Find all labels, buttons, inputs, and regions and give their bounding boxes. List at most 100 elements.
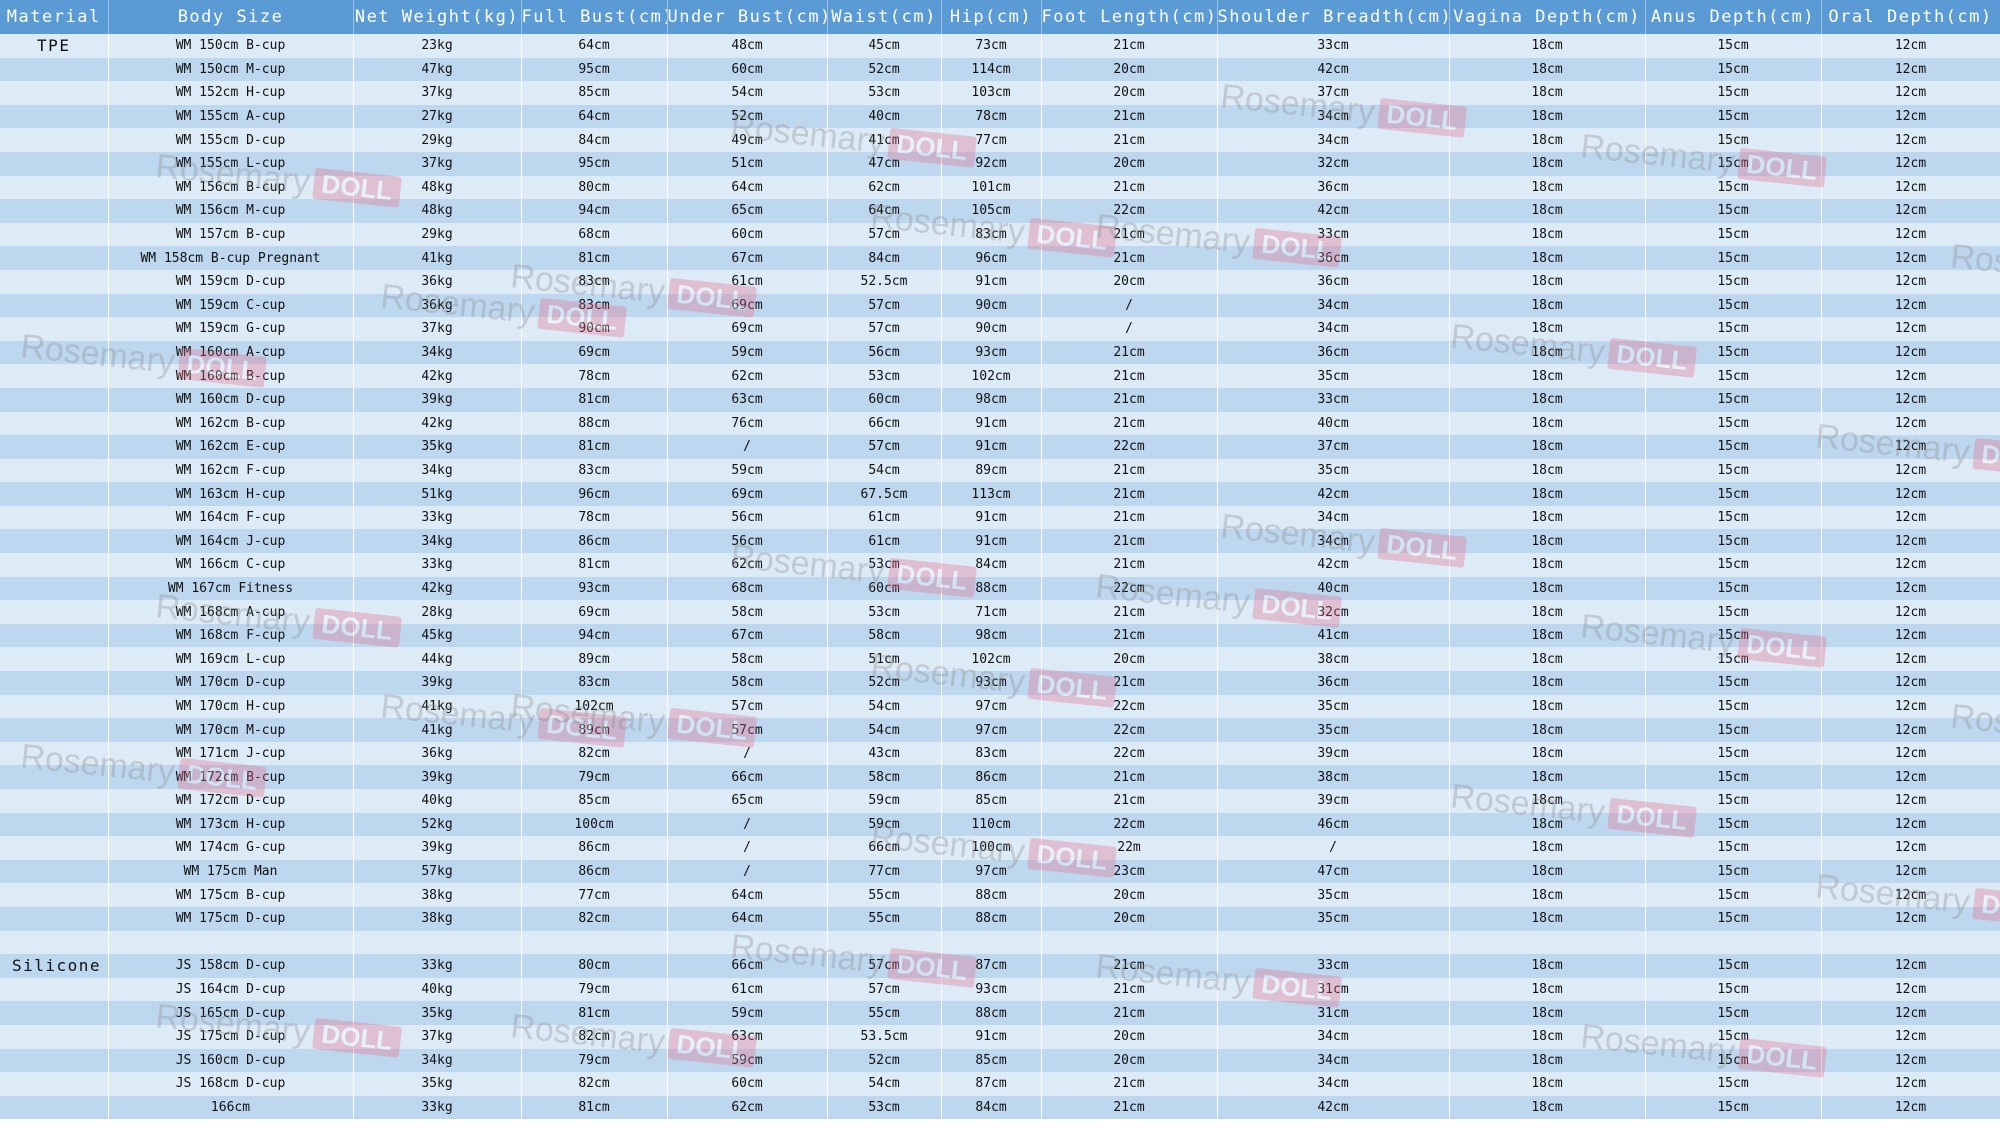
cell-material — [0, 505, 109, 530]
header-full-bust: Full Bust(cm) — [521, 0, 668, 34]
cell-net-weight: 42kg — [353, 576, 522, 601]
cell-anus-depth: 15cm — [1645, 364, 1822, 388]
table-row: WM 169cm L-cup 44kg 89cm 58cm 51cm 102cm 20cm 3… — [0, 647, 2000, 672]
cell-hip: 85cm — [941, 1048, 1042, 1073]
cell-anus-depth: 15cm — [1645, 765, 1822, 789]
table-row: WM 172cm D-cup 40kg 85cm 65cm 59cm 85cm 21cm 39… — [0, 789, 2000, 813]
cell-body-size: WM 152cm H-cup — [108, 81, 354, 105]
cell-under-bust: / — [667, 836, 828, 860]
cell-foot-length: 21cm — [1041, 364, 1218, 388]
cell-net-weight: 48kg — [353, 175, 522, 200]
table-row: WM 170cm M-cup 41kg 89cm 57cm 54cm 97cm 22cm 35… — [0, 718, 2000, 742]
cell-full-bust: 81cm — [521, 1001, 668, 1025]
cell-foot-length: 21cm — [1041, 765, 1218, 789]
size-chart-table: Material Body Size Net Weight(kg) Full B… — [0, 0, 2000, 1120]
cell-body-size: WM 155cm L-cup — [108, 151, 354, 176]
cell-anus-depth: 15cm — [1645, 34, 1822, 58]
table-row: WM 175cm Man 57kg 86cm/77cm 97cm 23cm 47cm 18c… — [0, 859, 2000, 884]
cell-material — [0, 647, 109, 672]
cell-hip: 93cm — [941, 977, 1042, 1002]
cell-oral-depth: 12cm — [1821, 1001, 2000, 1025]
cell-body-size: WM 175cm Man — [108, 859, 354, 884]
cell-waist: 55cm — [827, 906, 942, 931]
cell-material — [0, 269, 109, 294]
cell-under-bust: 58cm — [667, 647, 828, 672]
cell-net-weight: 51kg — [353, 482, 522, 506]
cell-net-weight: 52kg — [353, 812, 522, 837]
table-row: WM 159cm G-cup 37kg 90cm 69cm 57cm 90cm/34cm 1… — [0, 317, 2000, 341]
cell-oral-depth: 12cm — [1821, 411, 2000, 436]
cell-material — [0, 128, 109, 152]
table-row: TPE WM 150cm B-cup 23kg 64cm 48cm 45cm 73cm 21c… — [0, 34, 2000, 58]
cell-vagina-depth: 18cm — [1449, 977, 1646, 1002]
cell-foot-length: 21cm — [1041, 104, 1218, 129]
cell-oral-depth: 12cm — [1821, 553, 2000, 577]
cell-material — [0, 1095, 109, 1120]
cell-anus-depth: 15cm — [1645, 340, 1822, 365]
cell-shoulder-breadth: 35cm — [1217, 906, 1450, 931]
cell-hip: 96cm — [941, 246, 1042, 270]
cell-foot-length: 22cm — [1041, 199, 1218, 223]
cell-vagina-depth: 18cm — [1449, 482, 1646, 506]
cell-hip: 86cm — [941, 765, 1042, 789]
cell-foot-length: 22cm — [1041, 694, 1218, 719]
cell-body-size: WM 168cm A-cup — [108, 600, 354, 624]
cell-vagina-depth: 18cm — [1449, 647, 1646, 672]
cell-vagina-depth: 18cm — [1449, 269, 1646, 294]
cell-material — [0, 222, 109, 247]
cell-waist: 54cm — [827, 1072, 942, 1096]
cell-material — [0, 435, 109, 459]
cell-full-bust: 89cm — [521, 647, 668, 672]
table-row: WM 155cm A-cup 27kg 64cm 52cm 40cm 78cm 21cm 34… — [0, 104, 2000, 129]
cell-full-bust: 82cm — [521, 1024, 668, 1049]
header-material: Material — [0, 0, 109, 34]
cell-material — [0, 81, 109, 105]
table-row: WM 160cm A-cup 34kg 69cm 59cm 56cm 93cm 21cm 36… — [0, 340, 2000, 365]
table-row: WM 159cm C-cup 36kg 83cm 69cm 57cm 90cm/34cm 1… — [0, 293, 2000, 318]
cell-net-weight: 34kg — [353, 340, 522, 365]
cell-shoulder-breadth: 39cm — [1217, 789, 1450, 813]
cell-oral-depth: 12cm — [1821, 859, 2000, 884]
cell-anus-depth: 15cm — [1645, 482, 1822, 506]
cell-vagina-depth: 18cm — [1449, 671, 1646, 695]
cell-foot-length: 21cm — [1041, 411, 1218, 436]
cell-under-bust: 65cm — [667, 199, 828, 223]
cell-under-bust: 66cm — [667, 954, 828, 978]
cell-shoulder-breadth — [1217, 930, 1450, 955]
cell-anus-depth: 15cm — [1645, 954, 1822, 978]
cell-foot-length: 21cm — [1041, 387, 1218, 412]
cell-hip: 84cm — [941, 1095, 1042, 1120]
cell-waist: 66cm — [827, 411, 942, 436]
cell-anus-depth: 15cm — [1645, 505, 1822, 530]
cell-waist: 47cm — [827, 151, 942, 176]
cell-material — [0, 1072, 109, 1096]
cell-under-bust: / — [667, 741, 828, 766]
cell-full-bust: 79cm — [521, 977, 668, 1002]
cell-vagina-depth: 18cm — [1449, 175, 1646, 200]
cell-oral-depth: 12cm — [1821, 387, 2000, 412]
cell-material — [0, 836, 109, 860]
table-row: WM 162cm E-cup 35kg 81cm/57cm 91cm 22cm 37cm 1… — [0, 435, 2000, 459]
cell-vagina-depth: 18cm — [1449, 387, 1646, 412]
cell-oral-depth: 12cm — [1821, 1048, 2000, 1073]
cell-body-size: JS 158cm D-cup — [108, 954, 354, 978]
cell-vagina-depth: 18cm — [1449, 576, 1646, 601]
cell-hip: 90cm — [941, 293, 1042, 318]
cell-full-bust: 77cm — [521, 883, 668, 907]
cell-body-size: WM 173cm H-cup — [108, 812, 354, 837]
cell-full-bust: 79cm — [521, 1048, 668, 1073]
cell-net-weight: 33kg — [353, 553, 522, 577]
cell-material — [0, 57, 109, 82]
cell-net-weight: 34kg — [353, 1048, 522, 1073]
cell-body-size: WM 164cm F-cup — [108, 505, 354, 530]
cell-shoulder-breadth: 37cm — [1217, 435, 1450, 459]
cell-foot-length: 21cm — [1041, 128, 1218, 152]
cell-material — [0, 317, 109, 341]
cell-oral-depth: 12cm — [1821, 151, 2000, 176]
cell-material — [0, 246, 109, 270]
cell-shoulder-breadth: 34cm — [1217, 529, 1450, 554]
cell-body-size: WM 175cm B-cup — [108, 883, 354, 907]
cell-body-size: WM 163cm H-cup — [108, 482, 354, 506]
cell-shoulder-breadth: 35cm — [1217, 883, 1450, 907]
cell-hip: 91cm — [941, 435, 1042, 459]
